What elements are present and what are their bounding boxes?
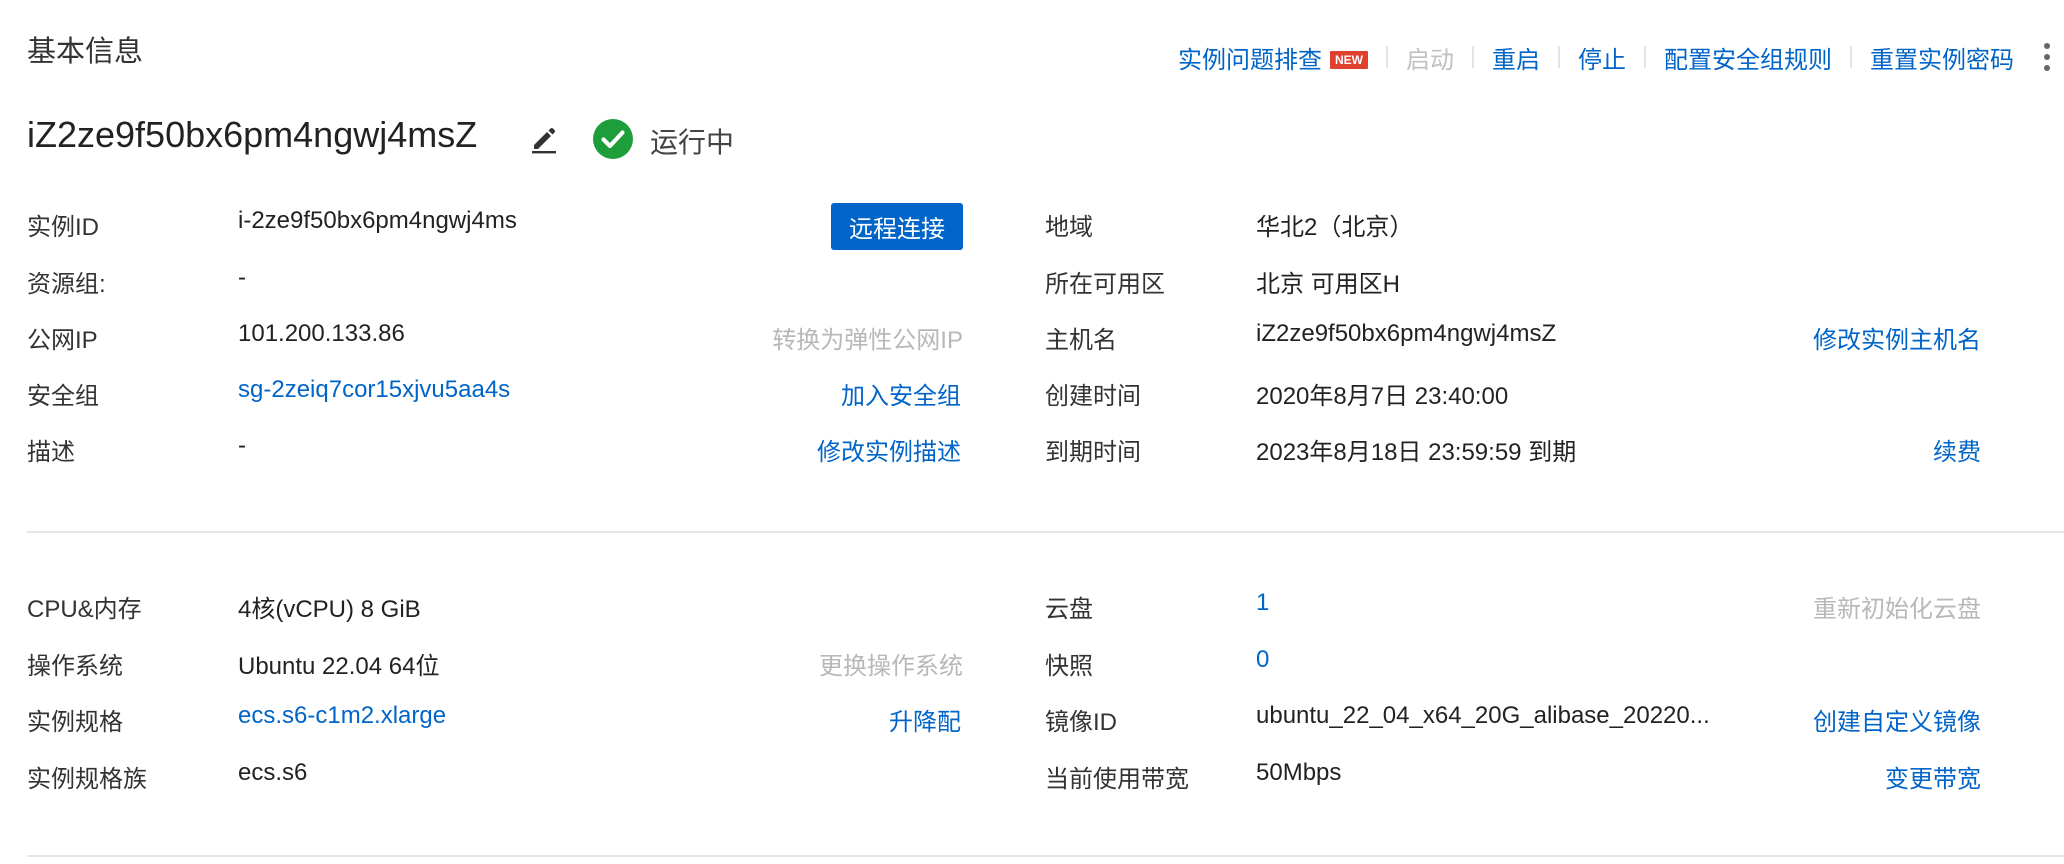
divider xyxy=(1850,46,1852,68)
label-instance-family: 实例规格族 xyxy=(27,766,147,793)
divider xyxy=(1472,46,1474,68)
reinit-disk-link: 重新初始化云盘 xyxy=(1813,596,1981,623)
stop-button[interactable]: 停止 xyxy=(1578,40,1626,75)
instance-type-link[interactable]: ecs.s6-c1m2.xlarge xyxy=(238,702,446,730)
divider xyxy=(1386,46,1388,68)
value-os: Ubuntu 22.04 64位 xyxy=(238,653,440,680)
value-cpu-memory: 4核(vCPU) 8 GiB xyxy=(238,596,421,623)
label-instance-id: 实例ID xyxy=(27,214,99,241)
snapshot-count-link[interactable]: 0 xyxy=(1256,646,1269,674)
label-image-id: 镜像ID xyxy=(1045,709,1117,736)
reset-password-link[interactable]: 重置实例密码 xyxy=(1870,40,2014,75)
label-cloud-disk: 云盘 xyxy=(1045,596,1093,623)
label-snapshot: 快照 xyxy=(1045,653,1093,680)
new-badge: NEW xyxy=(1330,50,1368,69)
label-resource-group: 资源组: xyxy=(27,271,106,298)
value-description: - xyxy=(238,432,246,459)
label-bandwidth: 当前使用带宽 xyxy=(1045,766,1189,793)
section-title: 基本信息 xyxy=(27,36,144,68)
value-resource-group: - xyxy=(238,264,246,291)
edit-icon[interactable] xyxy=(528,122,560,154)
label-expiry-time: 到期时间 xyxy=(1045,439,1141,466)
divider xyxy=(1558,46,1560,68)
troubleshoot-label: 实例问题排查 xyxy=(1178,46,1322,74)
edit-hostname-link[interactable]: 修改实例主机名 xyxy=(1813,320,1981,355)
value-bandwidth: 50Mbps xyxy=(1256,759,1342,786)
label-zone: 所在可用区 xyxy=(1045,271,1165,298)
label-hostname: 主机名 xyxy=(1045,327,1117,354)
section-divider xyxy=(27,531,2064,533)
convert-eip-link: 转换为弹性公网IP xyxy=(772,327,963,354)
section-divider-bottom xyxy=(27,855,2064,857)
troubleshoot-link[interactable]: 实例问题排查 NEW xyxy=(1178,40,1368,75)
label-os: 操作系统 xyxy=(27,653,123,680)
security-group-link[interactable]: sg-2zeiq7cor15xjvu5aa4s xyxy=(238,376,510,404)
value-hostname: iZ2ze9f50bx6pm4ngwj4msZ xyxy=(1256,320,1557,347)
create-custom-image-link[interactable]: 创建自定义镜像 xyxy=(1813,702,1981,737)
label-instance-type: 实例规格 xyxy=(27,709,123,736)
label-created-time: 创建时间 xyxy=(1045,383,1141,410)
value-zone: 北京 可用区H xyxy=(1256,271,1400,298)
security-rules-link[interactable]: 配置安全组规则 xyxy=(1664,40,1832,75)
value-image-id: ubuntu_22_04_x64_20G_alibase_20220... xyxy=(1256,702,1710,729)
change-os-link: 更换操作系统 xyxy=(819,653,963,680)
value-public-ip: 101.200.133.86 xyxy=(238,320,405,347)
instance-name: iZ2ze9f50bx6pm4ngwj4msZ xyxy=(27,114,478,155)
value-created-time: 2020年8月7日 23:40:00 xyxy=(1256,383,1509,410)
value-expiry-time: 2023年8月18日 23:59:59 到期 xyxy=(1256,439,1577,466)
status-text: 运行中 xyxy=(650,127,735,158)
value-instance-id: i-2ze9f50bx6pm4ngwj4ms xyxy=(238,207,517,234)
divider xyxy=(1644,46,1646,68)
more-options-icon[interactable] xyxy=(2032,40,2062,74)
edit-description-link[interactable]: 修改实例描述 xyxy=(817,432,961,467)
start-button: 启动 xyxy=(1406,46,1454,74)
change-bandwidth-link[interactable]: 变更带宽 xyxy=(1885,759,1981,794)
join-security-group-link[interactable]: 加入安全组 xyxy=(841,376,961,411)
value-region: 华北2（北京） xyxy=(1256,214,1414,241)
value-instance-family: ecs.s6 xyxy=(238,759,308,786)
label-security-group: 安全组 xyxy=(27,383,99,410)
label-description: 描述 xyxy=(27,439,75,466)
label-cpu-memory: CPU&内存 xyxy=(27,596,142,623)
renew-link[interactable]: 续费 xyxy=(1933,432,1981,467)
running-status-icon xyxy=(593,119,633,159)
action-bar: 实例问题排查 NEW 启动 重启 停止 配置安全组规则 重置实例密码 xyxy=(1178,40,2062,74)
restart-button[interactable]: 重启 xyxy=(1492,40,1540,75)
label-public-ip: 公网IP xyxy=(27,327,98,354)
change-spec-link[interactable]: 升降配 xyxy=(889,702,961,737)
cloud-disk-count-link[interactable]: 1 xyxy=(1256,589,1269,617)
remote-connect-button[interactable]: 远程连接 xyxy=(831,203,963,250)
label-region: 地域 xyxy=(1045,214,1093,241)
